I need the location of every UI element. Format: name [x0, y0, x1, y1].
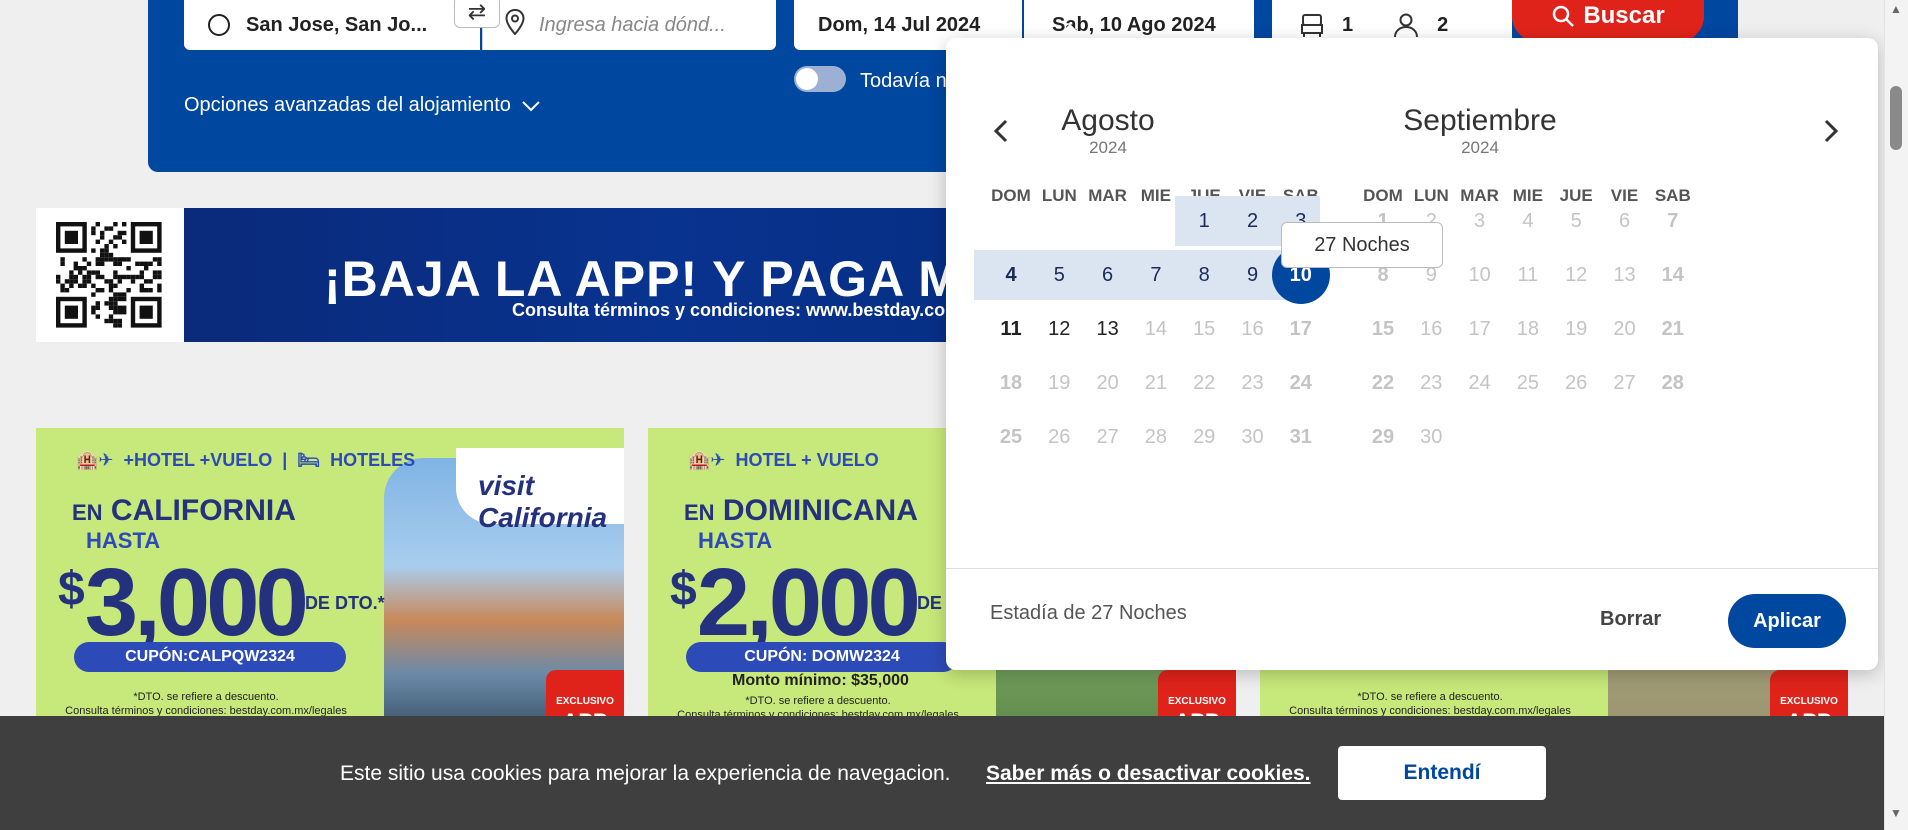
nights-tooltip: 27 Noches: [1281, 222, 1443, 268]
qr-code: [36, 208, 184, 342]
swap-icon[interactable]: ⇄: [454, 0, 500, 28]
calendar-day: 31: [1289, 426, 1312, 449]
search-button[interactable]: Buscar: [1512, 0, 1704, 42]
scroll-down-icon[interactable]: ▼: [1890, 806, 1902, 820]
cookie-accept-button[interactable]: Entendí: [1338, 746, 1546, 800]
calendar-day: 17: [1289, 317, 1312, 340]
divider: [946, 568, 1878, 569]
card-header: 🏨✈ +HOTEL +VUELO | 🛏 HOTELES: [76, 450, 416, 470]
destination-placeholder: Ingresa hacia dónd...: [539, 13, 726, 36]
coupon-code: CUPÓN:CALPQW2324: [74, 642, 346, 672]
checkin-value: Dom, 14 Jul 2024: [818, 13, 981, 36]
location-pin-icon: [505, 8, 525, 41]
advanced-options-label: Opciones avanzadas del alojamiento: [184, 94, 511, 116]
fine-print: *DTO. se refiere a descuento. Consulta té…: [1289, 691, 1571, 717]
cookie-settings-link[interactable]: Saber más o desactivar cookies.: [986, 762, 1311, 786]
card-header: 🏨✈ HOTEL + VUELO: [688, 450, 879, 470]
promo-card-california[interactable]: visit California 🏨✈ +HOTEL +VUELO | 🛏 HO…: [36, 428, 624, 728]
undecided-dates-toggle[interactable]: [794, 66, 846, 92]
calendar-day: 30: [1420, 426, 1443, 449]
destination-field[interactable]: Ingresa hacia dónd...: [482, 0, 776, 50]
month-year: 2024: [1461, 138, 1499, 157]
calendar-day: 14: [1661, 263, 1684, 286]
minimum-amount: Monto mínimo: $35,000: [732, 672, 909, 689]
stay-summary: Estadía de 27 Noches: [990, 602, 1187, 624]
clear-button[interactable]: Borrar: [1600, 608, 1661, 631]
apply-button[interactable]: Aplicar: [1728, 594, 1846, 648]
radio-icon: [208, 14, 230, 36]
advanced-options-toggle[interactable]: Opciones avanzadas del alojamiento: [184, 94, 541, 117]
next-month-button[interactable]: [1816, 116, 1846, 146]
origin-value: San Jose, San Jo...: [246, 13, 428, 36]
hotel-flight-icon: 🏨✈: [76, 450, 114, 470]
scroll-up-icon[interactable]: ▲: [1890, 2, 1902, 16]
calendar-day: 21: [1661, 317, 1684, 340]
search-button-label: Buscar: [1583, 2, 1665, 29]
undecided-dates-label: Todavía n: [860, 70, 947, 92]
person-icon: [1394, 13, 1419, 38]
chevron-down-icon: [522, 100, 540, 111]
month-name: Agosto: [1061, 104, 1155, 137]
chevron-right-icon: [1824, 119, 1839, 143]
rooms-count: 1: [1342, 13, 1354, 36]
bed-icon: [1301, 14, 1323, 37]
origin-field[interactable]: San Jose, San Jo...: [184, 0, 480, 50]
month-name: Septiembre: [1403, 104, 1557, 137]
banner-terms: Consulta términos y condiciones: www.bes…: [512, 300, 962, 320]
card-destination: EN DOMINICANA: [684, 494, 918, 527]
scroll-thumb[interactable]: [1890, 86, 1902, 150]
bed-icon: 🛏: [297, 450, 321, 470]
calendar-day: 24: [1289, 372, 1312, 395]
coupon-code: CUPÓN: DOMW2324: [686, 642, 958, 672]
calendar-day: 28: [1661, 372, 1684, 395]
visit-california-logo: visit California: [456, 448, 624, 533]
hotel-flight-icon: 🏨✈: [688, 450, 726, 470]
card-destination: EN CALIFORNIA: [72, 494, 296, 527]
search-icon: [1553, 5, 1575, 27]
month-year: 2024: [1089, 138, 1127, 157]
app-promo-banner[interactable]: ¡BAJA LA APP! Y PAGA ME Consulta término…: [184, 208, 994, 342]
fine-print: *DTO. se refiere a descuento. Consulta té…: [65, 691, 347, 717]
calendar-day: 7: [1667, 209, 1679, 232]
cookie-message: Este sitio usa cookies para mejorar la e…: [340, 762, 951, 785]
adults-count: 2: [1437, 13, 1449, 36]
datepicker-popup: Agosto2024DOMLUNMARMIEJUEVIESAB123456789…: [946, 38, 1878, 670]
